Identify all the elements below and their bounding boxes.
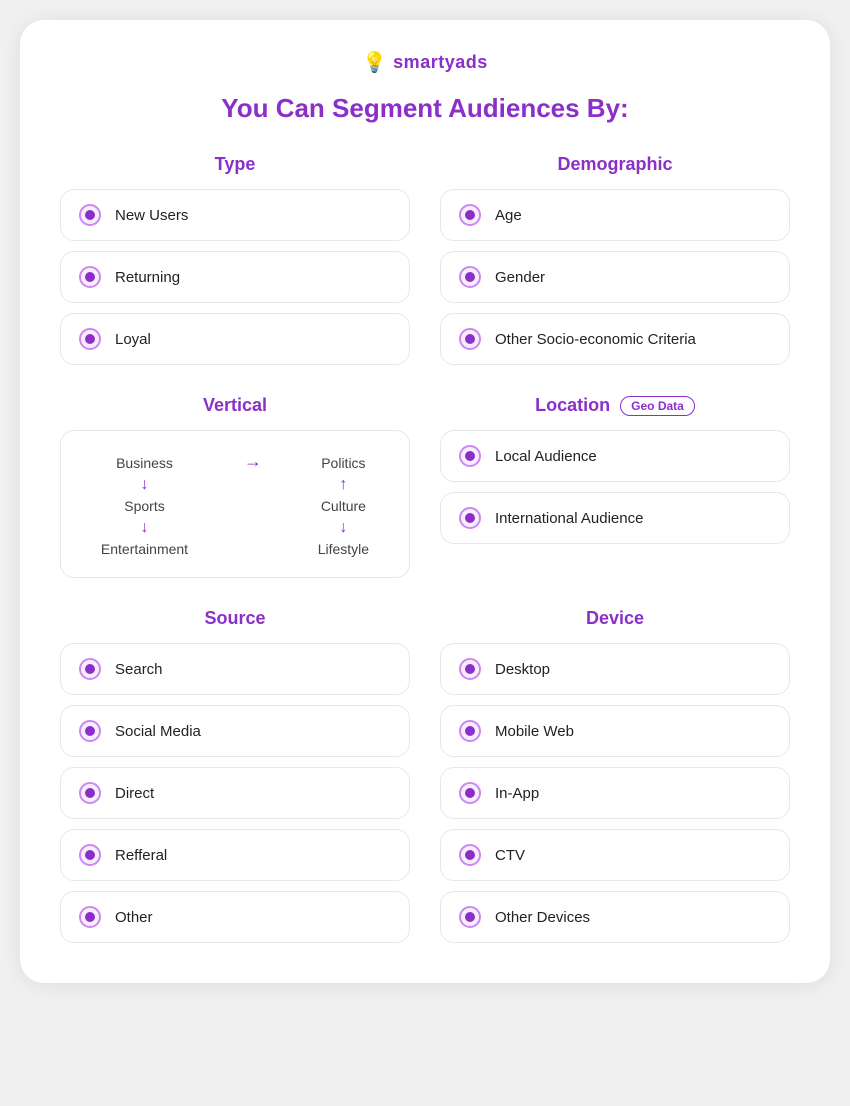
list-item: Gender <box>440 251 790 303</box>
list-item: Social Media <box>60 705 410 757</box>
vert-arrow-down3: ↓ <box>339 518 347 537</box>
radio-icon <box>79 906 101 928</box>
vert-item: Lifestyle <box>318 537 369 561</box>
item-label: International Audience <box>495 510 643 527</box>
bottom-grid: Source Search Social Media Direct Reffer… <box>60 608 790 943</box>
source-section: Source Search Social Media Direct Reffer… <box>60 608 410 943</box>
source-title: Source <box>60 608 410 629</box>
logo-text: smartyads <box>393 52 488 73</box>
item-label: Loyal <box>115 331 151 348</box>
device-title: Device <box>440 608 790 629</box>
radio-icon <box>79 266 101 288</box>
demographic-title: Demographic <box>440 154 790 175</box>
list-item: Local Audience <box>440 430 790 482</box>
radio-icon <box>459 507 481 529</box>
vert-arrow-down: ↓ <box>140 475 148 494</box>
list-item: Age <box>440 189 790 241</box>
radio-icon <box>459 204 481 226</box>
vertical-section: Vertical Business ↓ Sports ↓ Entertainme… <box>60 395 410 578</box>
item-label: Other Devices <box>495 909 590 926</box>
item-label: Mobile Web <box>495 723 574 740</box>
item-label: Direct <box>115 785 154 802</box>
logo-icon: 💡 <box>362 50 387 75</box>
radio-icon <box>459 720 481 742</box>
vert-item: Entertainment <box>101 537 188 561</box>
radio-icon <box>459 328 481 350</box>
item-label: Age <box>495 207 522 224</box>
radio-icon <box>459 782 481 804</box>
list-item: In-App <box>440 767 790 819</box>
vertical-title: Vertical <box>60 395 410 416</box>
item-label: Local Audience <box>495 448 597 465</box>
demographic-list: Age Gender Other Socio-economic Criteria <box>440 189 790 365</box>
vert-arrow-up: ↑ <box>339 475 347 494</box>
item-label: Social Media <box>115 723 201 740</box>
list-item: Desktop <box>440 643 790 695</box>
vertical-col1: Business ↓ Sports ↓ Entertainment <box>101 451 188 561</box>
list-item: Other <box>60 891 410 943</box>
list-item: Search <box>60 643 410 695</box>
radio-icon <box>79 658 101 680</box>
item-label: Refferal <box>115 847 167 864</box>
radio-icon <box>459 445 481 467</box>
item-label: Gender <box>495 269 545 286</box>
type-section: Type New Users Returning Loyal <box>60 154 410 365</box>
list-item: Direct <box>60 767 410 819</box>
type-title: Type <box>60 154 410 175</box>
vert-arrow-down2: ↓ <box>140 518 148 537</box>
vert-item: Politics <box>321 451 365 475</box>
location-title-row: Location Geo Data <box>440 395 790 416</box>
logo: 💡 smartyads <box>60 50 790 75</box>
item-label: Other Socio-economic Criteria <box>495 331 696 348</box>
geo-badge: Geo Data <box>620 396 695 416</box>
list-item: CTV <box>440 829 790 881</box>
list-item: Other Socio-economic Criteria <box>440 313 790 365</box>
item-label: In-App <box>495 785 539 802</box>
radio-icon <box>459 844 481 866</box>
radio-icon <box>79 328 101 350</box>
list-item: Returning <box>60 251 410 303</box>
list-item: International Audience <box>440 492 790 544</box>
device-section: Device Desktop Mobile Web In-App CTV <box>440 608 790 943</box>
vertical-col2: Politics ↑ Culture ↓ Lifestyle <box>318 451 369 561</box>
radio-icon <box>79 782 101 804</box>
item-label: CTV <box>495 847 525 864</box>
location-list: Local Audience International Audience <box>440 430 790 544</box>
item-label: Other <box>115 909 153 926</box>
item-label: Search <box>115 661 163 678</box>
radio-icon <box>79 844 101 866</box>
device-list: Desktop Mobile Web In-App CTV Other Devi… <box>440 643 790 943</box>
list-item: Other Devices <box>440 891 790 943</box>
vert-item: Sports <box>124 494 164 518</box>
item-label: Desktop <box>495 661 550 678</box>
vertical-box: Business ↓ Sports ↓ Entertainment → Poli… <box>60 430 410 578</box>
type-list: New Users Returning Loyal <box>60 189 410 365</box>
top-grid: Type New Users Returning Loyal Demograph… <box>60 154 790 365</box>
location-section: Location Geo Data Local Audience Interna… <box>440 395 790 578</box>
radio-icon <box>79 720 101 742</box>
item-label: New Users <box>115 207 188 224</box>
location-title: Location <box>535 395 610 416</box>
vert-item: Culture <box>321 494 366 518</box>
arrow-right: → <box>244 451 262 486</box>
item-label: Returning <box>115 269 180 286</box>
demographic-section: Demographic Age Gender Other Socio-econo… <box>440 154 790 365</box>
list-item: Loyal <box>60 313 410 365</box>
main-title: You Can Segment Audiences By: <box>60 93 790 124</box>
vert-item: Business <box>116 451 173 475</box>
radio-icon <box>459 266 481 288</box>
radio-icon <box>79 204 101 226</box>
middle-grid: Vertical Business ↓ Sports ↓ Entertainme… <box>60 395 790 578</box>
list-item: New Users <box>60 189 410 241</box>
radio-icon <box>459 658 481 680</box>
source-list: Search Social Media Direct Refferal Othe… <box>60 643 410 943</box>
list-item: Refferal <box>60 829 410 881</box>
main-card: 💡 smartyads You Can Segment Audiences By… <box>20 20 830 983</box>
list-item: Mobile Web <box>440 705 790 757</box>
radio-icon <box>459 906 481 928</box>
